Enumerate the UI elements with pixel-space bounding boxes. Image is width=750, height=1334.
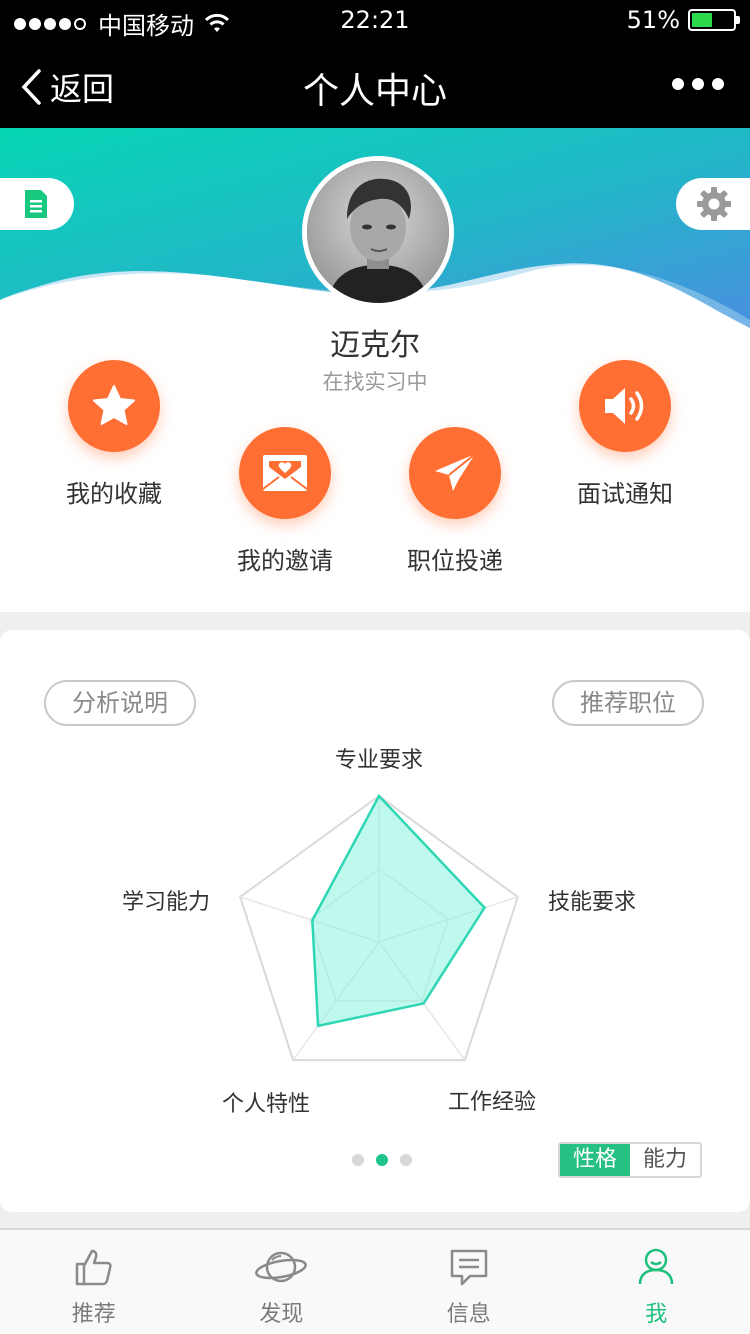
- chat-icon: [450, 1249, 487, 1286]
- nav-bar: 返回 个人中心: [0, 40, 750, 128]
- planet-icon: [255, 1251, 308, 1283]
- analysis-card: 分析说明 推荐职位 专业要求 技能要求 工作经验 个人特性 学习能力 性格 能力: [0, 630, 750, 1212]
- document-icon: [25, 190, 47, 218]
- tab-label: 我: [645, 1302, 668, 1327]
- gear-icon: [697, 187, 731, 221]
- tab-bar: 推荐 发现 信息 我: [0, 1228, 750, 1334]
- status-bar: 中国移动 22:21 51%: [0, 0, 750, 40]
- segment-control: 性格 能力: [558, 1142, 702, 1178]
- tab-label: 推荐: [71, 1302, 116, 1327]
- tab-me[interactable]: 我: [563, 1230, 750, 1334]
- quick-action-invitations[interactable]: 我的邀请: [210, 427, 360, 576]
- person-icon: [639, 1248, 674, 1285]
- envelope-heart-icon: [262, 455, 308, 491]
- invitations-circle: [239, 427, 331, 519]
- more-dots-icon[interactable]: [672, 78, 724, 90]
- radar-chart: [238, 793, 520, 1062]
- quick-action-interview-notice[interactable]: 面试通知: [550, 360, 700, 509]
- tab-label: 信息: [446, 1302, 491, 1327]
- page-dot: [400, 1154, 412, 1166]
- speaker-icon: [605, 388, 644, 424]
- page-dot: [352, 1154, 364, 1166]
- quick-action-label: 我的收藏: [66, 480, 162, 508]
- tab-recommend[interactable]: 推荐: [0, 1230, 188, 1334]
- radar-label-professional: 专业要求: [335, 748, 424, 773]
- battery-percent: 51%: [626, 6, 680, 34]
- radar-area: [311, 793, 487, 1028]
- segment-personality[interactable]: 性格: [560, 1144, 630, 1176]
- quick-action-label: 职位投递: [407, 547, 503, 575]
- paper-plane-icon: [435, 453, 476, 491]
- avatar[interactable]: [302, 156, 454, 308]
- avatar-photo: [307, 161, 449, 303]
- interview-notice-circle: [579, 360, 671, 452]
- thumbs-up-icon: [75, 1249, 112, 1286]
- user-name: 迈克尔: [330, 328, 420, 363]
- tab-discover[interactable]: 发现: [188, 1230, 376, 1334]
- page-indicator[interactable]: [352, 1154, 412, 1166]
- quick-action-label: 面试通知: [577, 480, 673, 508]
- settings-button[interactable]: [676, 178, 750, 230]
- resume-button[interactable]: [0, 178, 74, 230]
- radar-label-skills: 技能要求: [548, 890, 637, 915]
- segment-ability[interactable]: 能力: [630, 1144, 700, 1176]
- radar-label-experience: 工作经验: [448, 1090, 537, 1115]
- battery-group: 51%: [626, 6, 740, 34]
- applications-circle: [409, 427, 501, 519]
- page-dot: [376, 1154, 388, 1166]
- tab-messages[interactable]: 信息: [375, 1230, 563, 1334]
- quick-action-label: 我的邀请: [237, 547, 333, 575]
- page-title: 个人中心: [302, 71, 447, 112]
- favorites-circle: [68, 360, 160, 452]
- quick-action-applications[interactable]: 职位投递: [380, 427, 530, 576]
- battery-icon: [688, 9, 740, 31]
- radar-label-personality: 个人特性: [222, 1092, 311, 1117]
- profile-header: 迈克尔 在找实习中 我的收藏 我的邀请 职位投递 面试通知: [0, 128, 750, 612]
- radar-label-learning: 学习能力: [122, 890, 211, 915]
- star-icon: [93, 385, 135, 425]
- quick-action-favorites[interactable]: 我的收藏: [39, 360, 189, 509]
- tab-label: 发现: [259, 1302, 304, 1327]
